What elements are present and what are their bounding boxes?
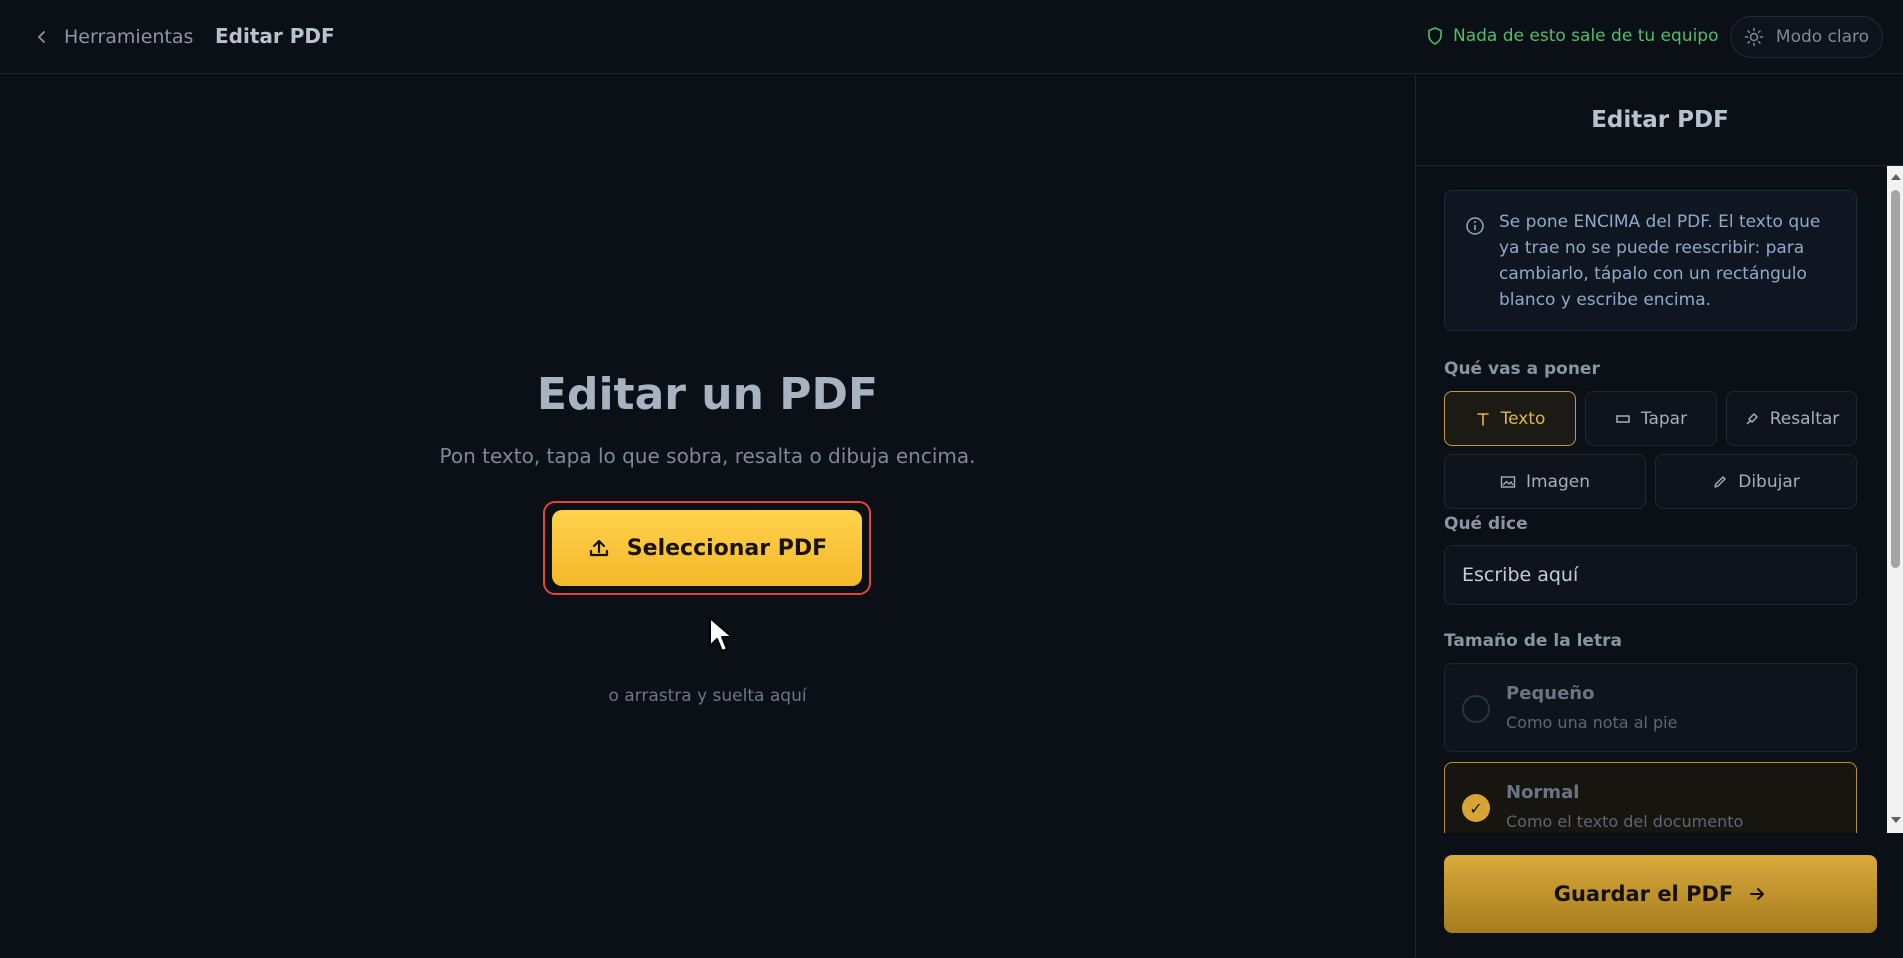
save-pdf-button[interactable]: Guardar el PDF [1444,855,1877,933]
privacy-notice: Nada de esto sale de tu equipo [1427,26,1718,46]
arrow-right-icon [1750,888,1765,900]
text-content-input[interactable] [1444,545,1857,605]
size-label: Tamaño de la letra [1444,631,1622,651]
save-pdf-label: Guardar el PDF [1553,882,1734,906]
hero-title: Editar un PDF [536,369,879,420]
theme-label: Modo claro [1775,27,1870,47]
theme-toggle-button[interactable]: Modo claro [1730,16,1883,58]
pencil-icon [1714,475,1726,488]
privacy-text: Nada de esto sale de tu equipo [1453,26,1719,46]
top-bar: Herramientas Editar PDF Nada de esto sal… [0,0,1903,74]
sidebar-title: Editar PDF [1416,75,1903,166]
editor-sidebar: Editar PDF Se pone ENCIMA del PDF. El te… [1415,75,1903,958]
upload-icon [589,539,608,557]
highlighter-icon [1746,412,1758,425]
drop-hint: o arrastra y suelta aquí [608,686,807,706]
says-label: Qué dice [1444,514,1528,534]
tool-highlight-label: Resaltar [1769,408,1840,429]
check-icon[interactable]: ✓ [1462,794,1490,822]
tool-image[interactable]: Imagen [1444,454,1646,509]
tool-draw[interactable]: Dibujar [1655,454,1857,509]
sidebar-scrollbar[interactable] [1887,166,1903,833]
text-icon [1476,412,1489,426]
page-title: Editar PDF [215,24,335,48]
sun-icon [1744,27,1764,47]
rectangle-icon [1616,414,1630,423]
tool-text[interactable]: Texto [1444,391,1576,446]
scroll-up-icon[interactable] [1891,174,1901,180]
chevron-left-icon [37,31,45,43]
select-pdf-button[interactable]: Seleccionar PDF [552,510,862,586]
hero-subtitle: Pon texto, tapa lo que sobra, resalta o … [439,444,976,468]
size-small-title: Pequeño [1506,683,1595,704]
size-normal-desc: Como el texto del documento [1506,812,1744,831]
info-icon [1466,217,1484,235]
upload-area[interactable]: Editar un PDF Pon texto, tapa lo que sob… [0,75,1415,958]
size-small-desc: Como una nota al pie [1506,713,1678,732]
mouse-cursor-icon [709,617,733,652]
size-small-radio[interactable] [1462,695,1490,723]
sidebar-scroll-area[interactable]: Se pone ENCIMA del PDF. El texto que ya … [1416,166,1887,833]
size-option-normal[interactable]: ✓ Normal Como el texto del documento [1444,762,1857,833]
scroll-thumb[interactable] [1891,190,1900,568]
tool-cover[interactable]: Tapar [1585,391,1717,446]
select-button-highlight: Seleccionar PDF [543,501,871,595]
image-icon [1500,475,1516,488]
back-label: Herramientas [64,26,194,48]
scroll-down-icon[interactable] [1891,817,1901,823]
size-normal-title: Normal [1506,782,1580,803]
tool-cover-label: Tapar [1640,408,1688,429]
tool-image-label: Imagen [1525,471,1590,492]
back-link[interactable]: Herramientas [34,24,193,50]
tool-highlight[interactable]: Resaltar [1726,391,1857,446]
info-notice: Se pone ENCIMA del PDF. El texto que ya … [1444,190,1857,331]
shield-icon [1428,27,1442,45]
tool-text-label: Texto [1500,408,1546,429]
tool-draw-label: Dibujar [1738,471,1800,492]
what-label: Qué vas a poner [1444,359,1600,379]
info-text: Se pone ENCIMA del PDF. El texto que ya … [1499,212,1821,310]
size-option-small[interactable]: Pequeño Como una nota al pie [1444,663,1857,752]
select-pdf-label: Seleccionar PDF [626,535,828,561]
